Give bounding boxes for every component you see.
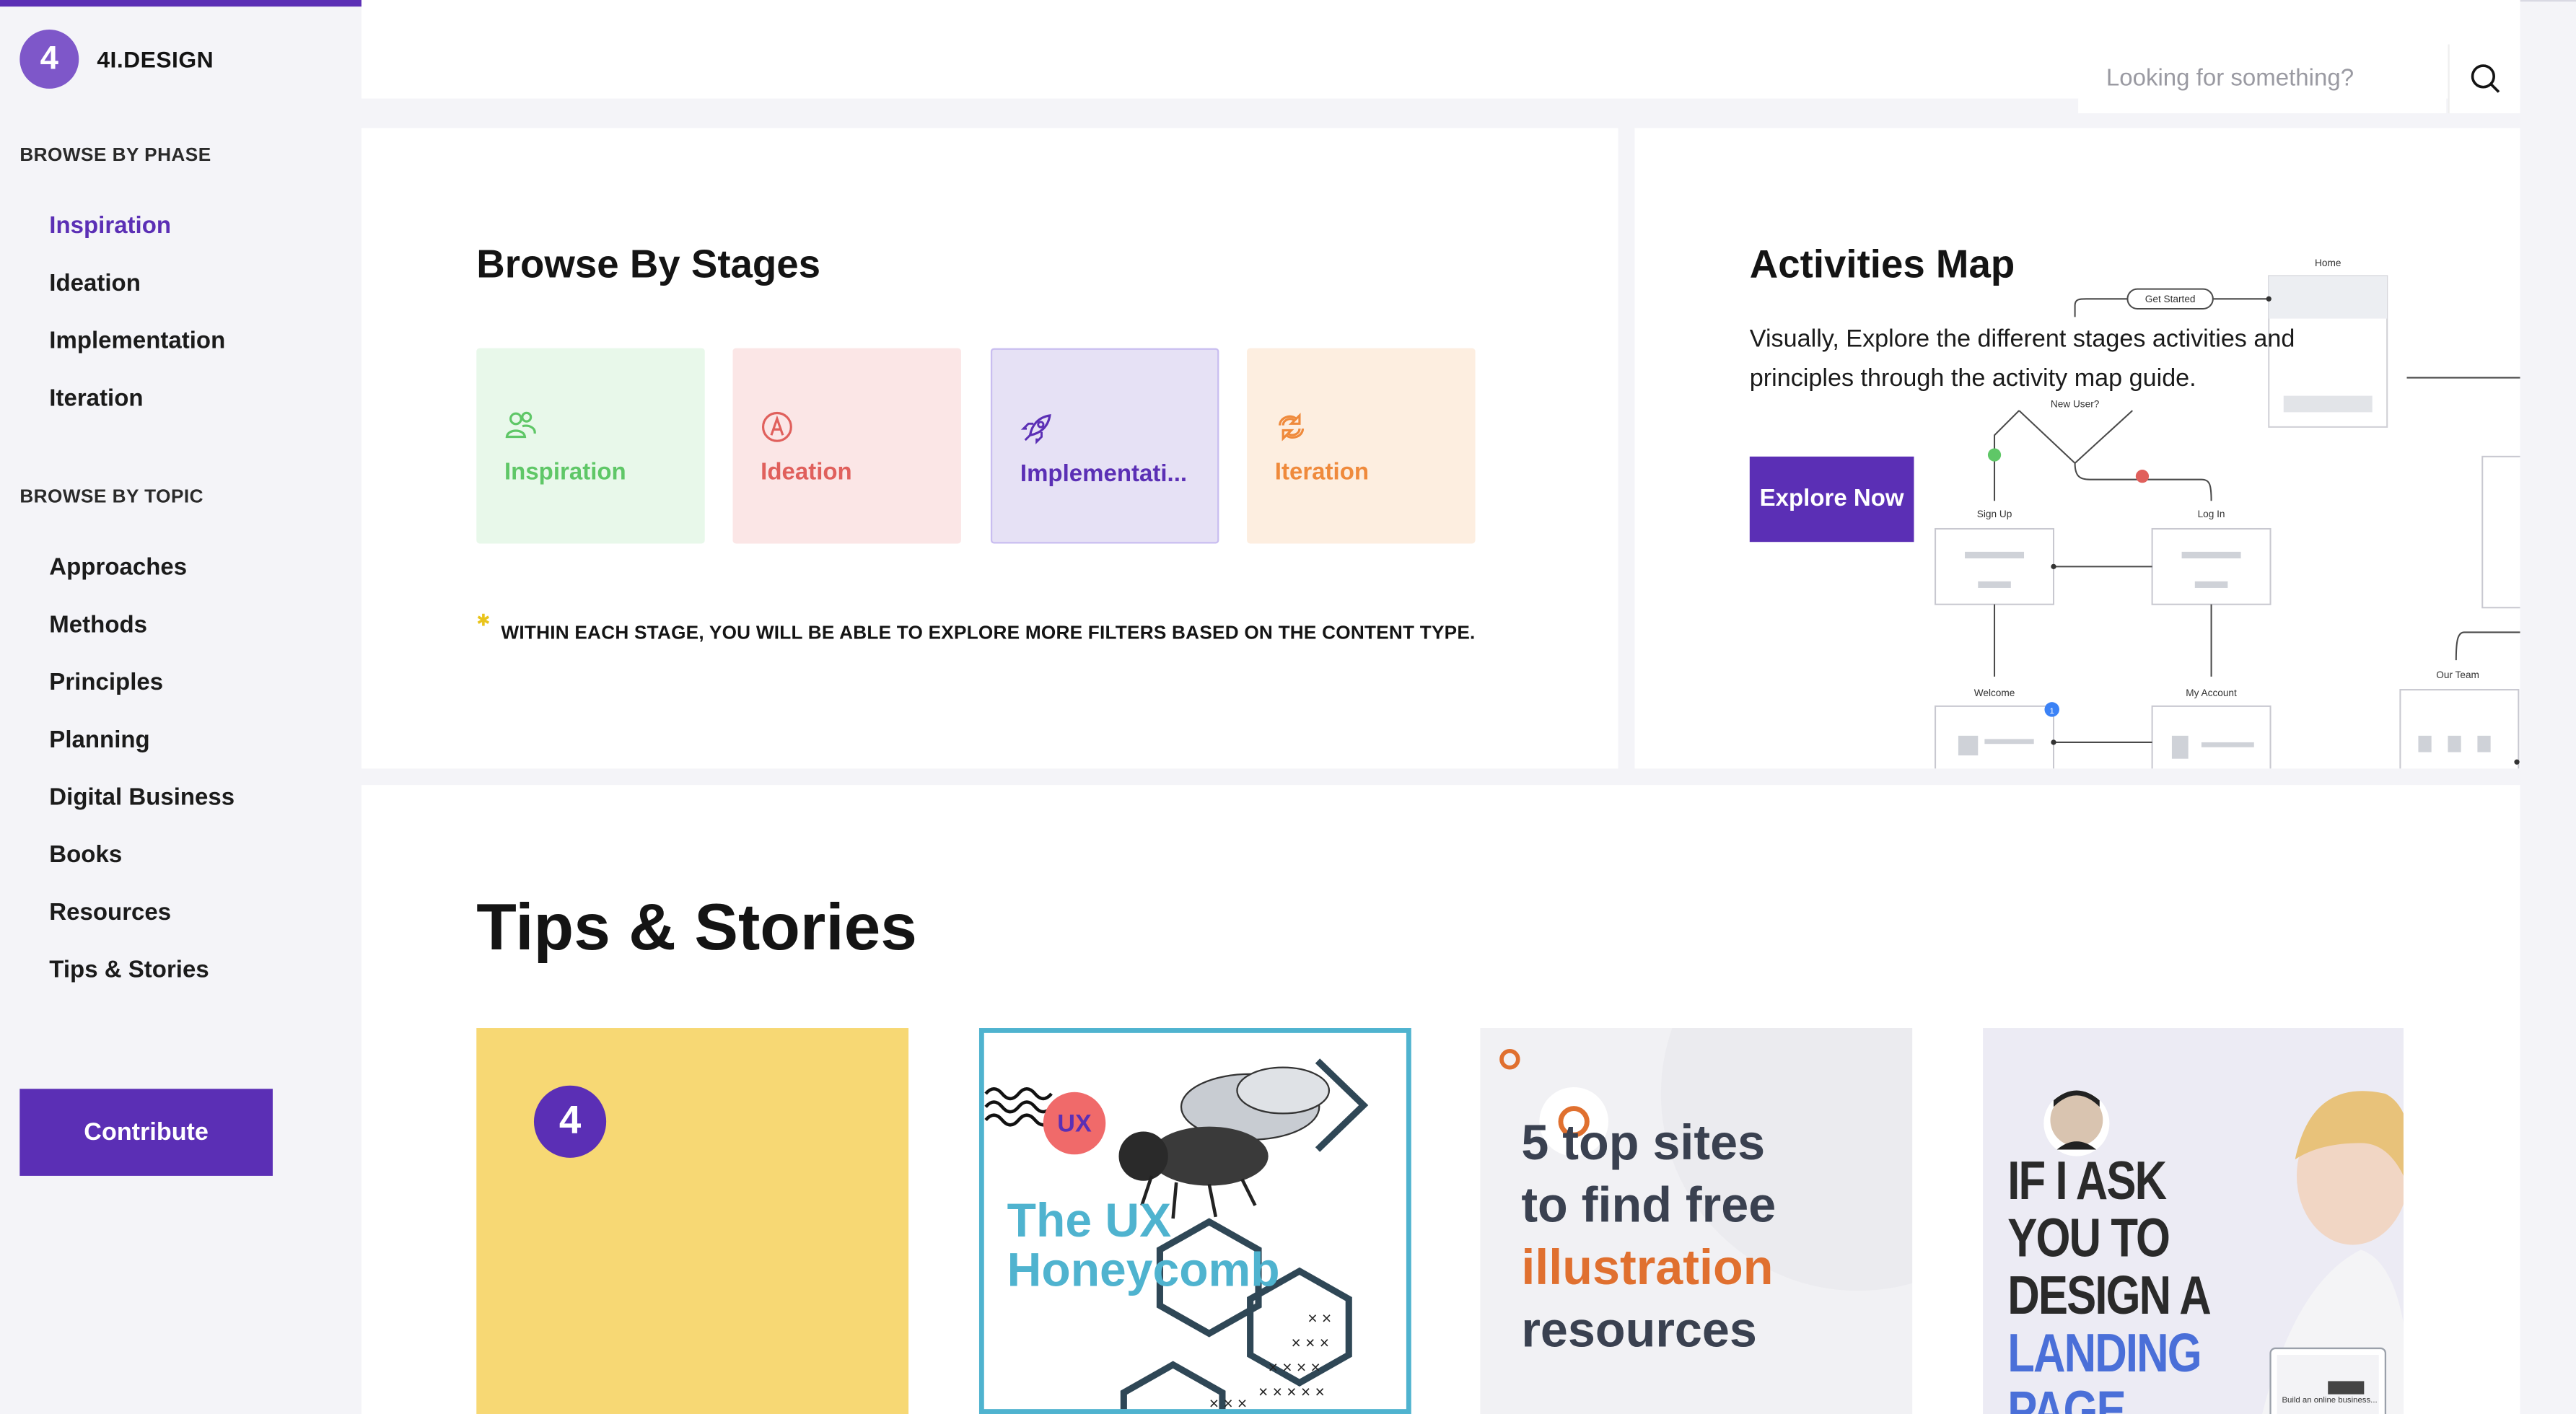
rocket-icon bbox=[1020, 414, 1051, 444]
stage-label: Inspiration bbox=[504, 460, 626, 486]
tip-headline-line: 5 top sites bbox=[1521, 1116, 1766, 1172]
svg-text:× × × ×: × × × × bbox=[1269, 1358, 1320, 1376]
tips-stories-title: Tips & Stories bbox=[476, 892, 917, 965]
search-button[interactable] bbox=[2448, 44, 2520, 114]
tip-headline-line: Honeycomb bbox=[1007, 1244, 1280, 1298]
contribute-button[interactable]: Contribute bbox=[19, 1089, 273, 1176]
stage-tile-iteration[interactable]: Iteration bbox=[1247, 348, 1476, 544]
activities-map-title: Activities Map bbox=[1749, 242, 2015, 288]
tip-headline-line: LANDING bbox=[2007, 1322, 2202, 1383]
tip-headline-line: resources bbox=[1521, 1304, 1757, 1358]
tip-headline-line: The UX bbox=[1007, 1195, 1172, 1249]
diagram-label-our-team: Our Team bbox=[2436, 669, 2479, 680]
stage-label: Iteration bbox=[1274, 460, 1370, 486]
diagram-label-welcome: Welcome bbox=[1974, 688, 2015, 698]
tip-headline-line: IF I ASK bbox=[2007, 1149, 2167, 1211]
stage-label: Implementati... bbox=[1020, 461, 1188, 488]
tip-headline: 5 top sites to find free illustration re… bbox=[1521, 1113, 1776, 1363]
svg-text:× × ×: × × × bbox=[1292, 1333, 1330, 1352]
stage-tile-ideation[interactable]: Ideation bbox=[732, 348, 961, 544]
sidebar-item-principles[interactable]: Principles bbox=[49, 670, 163, 696]
diagram-label-home: Home bbox=[2315, 258, 2341, 268]
ux-badge: UX bbox=[1043, 1092, 1106, 1155]
sidebar-item-approaches[interactable]: Approaches bbox=[49, 555, 187, 581]
stage-tile-inspiration[interactable]: Inspiration bbox=[476, 348, 705, 544]
tip-headline: IF I ASK YOU TO DESIGN A LANDING PAGE bbox=[2007, 1149, 2211, 1414]
sidebar-item-ideation[interactable]: Ideation bbox=[49, 271, 141, 297]
tip-card[interactable]: Build an online business... IF I ASK YOU… bbox=[1983, 1028, 2404, 1414]
explore-now-button[interactable]: Explore Now bbox=[1749, 456, 1914, 543]
search-icon bbox=[2470, 64, 2500, 93]
tip-headline: The UX Honeycomb bbox=[1007, 1197, 1280, 1296]
stages-note: WITHIN EACH STAGE, YOU WILL BE ABLE TO E… bbox=[501, 624, 1476, 644]
compass-icon bbox=[761, 411, 792, 442]
tip-headline-line: YOU TO bbox=[2007, 1207, 2170, 1268]
logo-icon: 4 bbox=[19, 29, 79, 89]
tip-headline-line: illustration bbox=[1521, 1241, 1774, 1296]
sidebar-item-books[interactable]: Books bbox=[49, 843, 122, 869]
sidebar-item-planning[interactable]: Planning bbox=[49, 727, 149, 753]
activities-map-description: Visually, Explore the different stages a… bbox=[1749, 325, 2295, 393]
tip-headline-line: DESIGN A bbox=[2007, 1264, 2211, 1326]
tip-card[interactable]: 4 bbox=[476, 1028, 909, 1414]
diagram-label-sign-up: Sign Up bbox=[1977, 509, 2012, 519]
svg-text:× × ×: × × × bbox=[1209, 1394, 1248, 1413]
diagram-label-get-started: Get Started bbox=[2145, 294, 2196, 304]
browse-by-phase-heading: BROWSE BY PHASE bbox=[19, 146, 211, 166]
tip-caption: Build an online business... bbox=[2282, 1396, 2377, 1405]
sidebar-item-resources[interactable]: Resources bbox=[49, 900, 171, 926]
browse-stages-title: Browse By Stages bbox=[476, 242, 821, 288]
brand-logo[interactable]: 4 4I.DESIGN bbox=[19, 29, 214, 89]
diagram-label-log-in: Log In bbox=[2198, 509, 2225, 519]
activity-map-diagram: Home Get Started New User? Sign Up Log I… bbox=[1935, 258, 2520, 769]
svg-text:× × × × ×: × × × × × bbox=[1258, 1382, 1325, 1401]
diagram-label-my-account: My Account bbox=[2186, 688, 2237, 698]
asterisk-icon: ✱ bbox=[476, 612, 491, 631]
browse-by-topic-heading: BROWSE BY TOPIC bbox=[19, 488, 203, 508]
sidebar-item-methods[interactable]: Methods bbox=[49, 612, 147, 638]
stage-label: Ideation bbox=[761, 460, 852, 486]
tip-card[interactable]: × × × × × × × × × × × × × × × × × UX The UX… bbox=[978, 1028, 1411, 1414]
sidebar-item-digital-business[interactable]: Digital Business bbox=[49, 785, 235, 811]
logo-icon: 4 bbox=[533, 1085, 607, 1158]
sidebar-item-implementation[interactable]: Implementation bbox=[49, 328, 225, 354]
sidebar-item-tips-stories[interactable]: Tips & Stories bbox=[49, 957, 209, 983]
search-input[interactable]: Looking for something? bbox=[2078, 44, 2447, 114]
tip-headline-line: PAGE bbox=[2007, 1379, 2126, 1414]
tip-headline-line: to find free bbox=[1521, 1179, 1777, 1234]
diagram-label-new-user: New User? bbox=[2051, 399, 2100, 410]
sidebar: 4 4I.DESIGN BROWSE BY PHASE Inspiration … bbox=[0, 0, 360, 1414]
diagram-badge: 1 bbox=[2050, 707, 2054, 716]
people-icon bbox=[505, 411, 536, 439]
svg-text:× ×: × × bbox=[1307, 1309, 1331, 1327]
sidebar-item-iteration[interactable]: Iteration bbox=[49, 386, 143, 412]
stage-tile-implementation[interactable]: Implementati... bbox=[990, 348, 1219, 544]
activities-map-card: Home Get Started New User? Sign Up Log I… bbox=[1634, 128, 2520, 769]
cycle-icon bbox=[1279, 413, 1305, 442]
brand-name: 4I.DESIGN bbox=[97, 45, 214, 73]
sidebar-item-inspiration[interactable]: Inspiration bbox=[49, 214, 171, 240]
tip-card[interactable]: 5 top sites to find free illustration re… bbox=[1480, 1028, 1913, 1414]
